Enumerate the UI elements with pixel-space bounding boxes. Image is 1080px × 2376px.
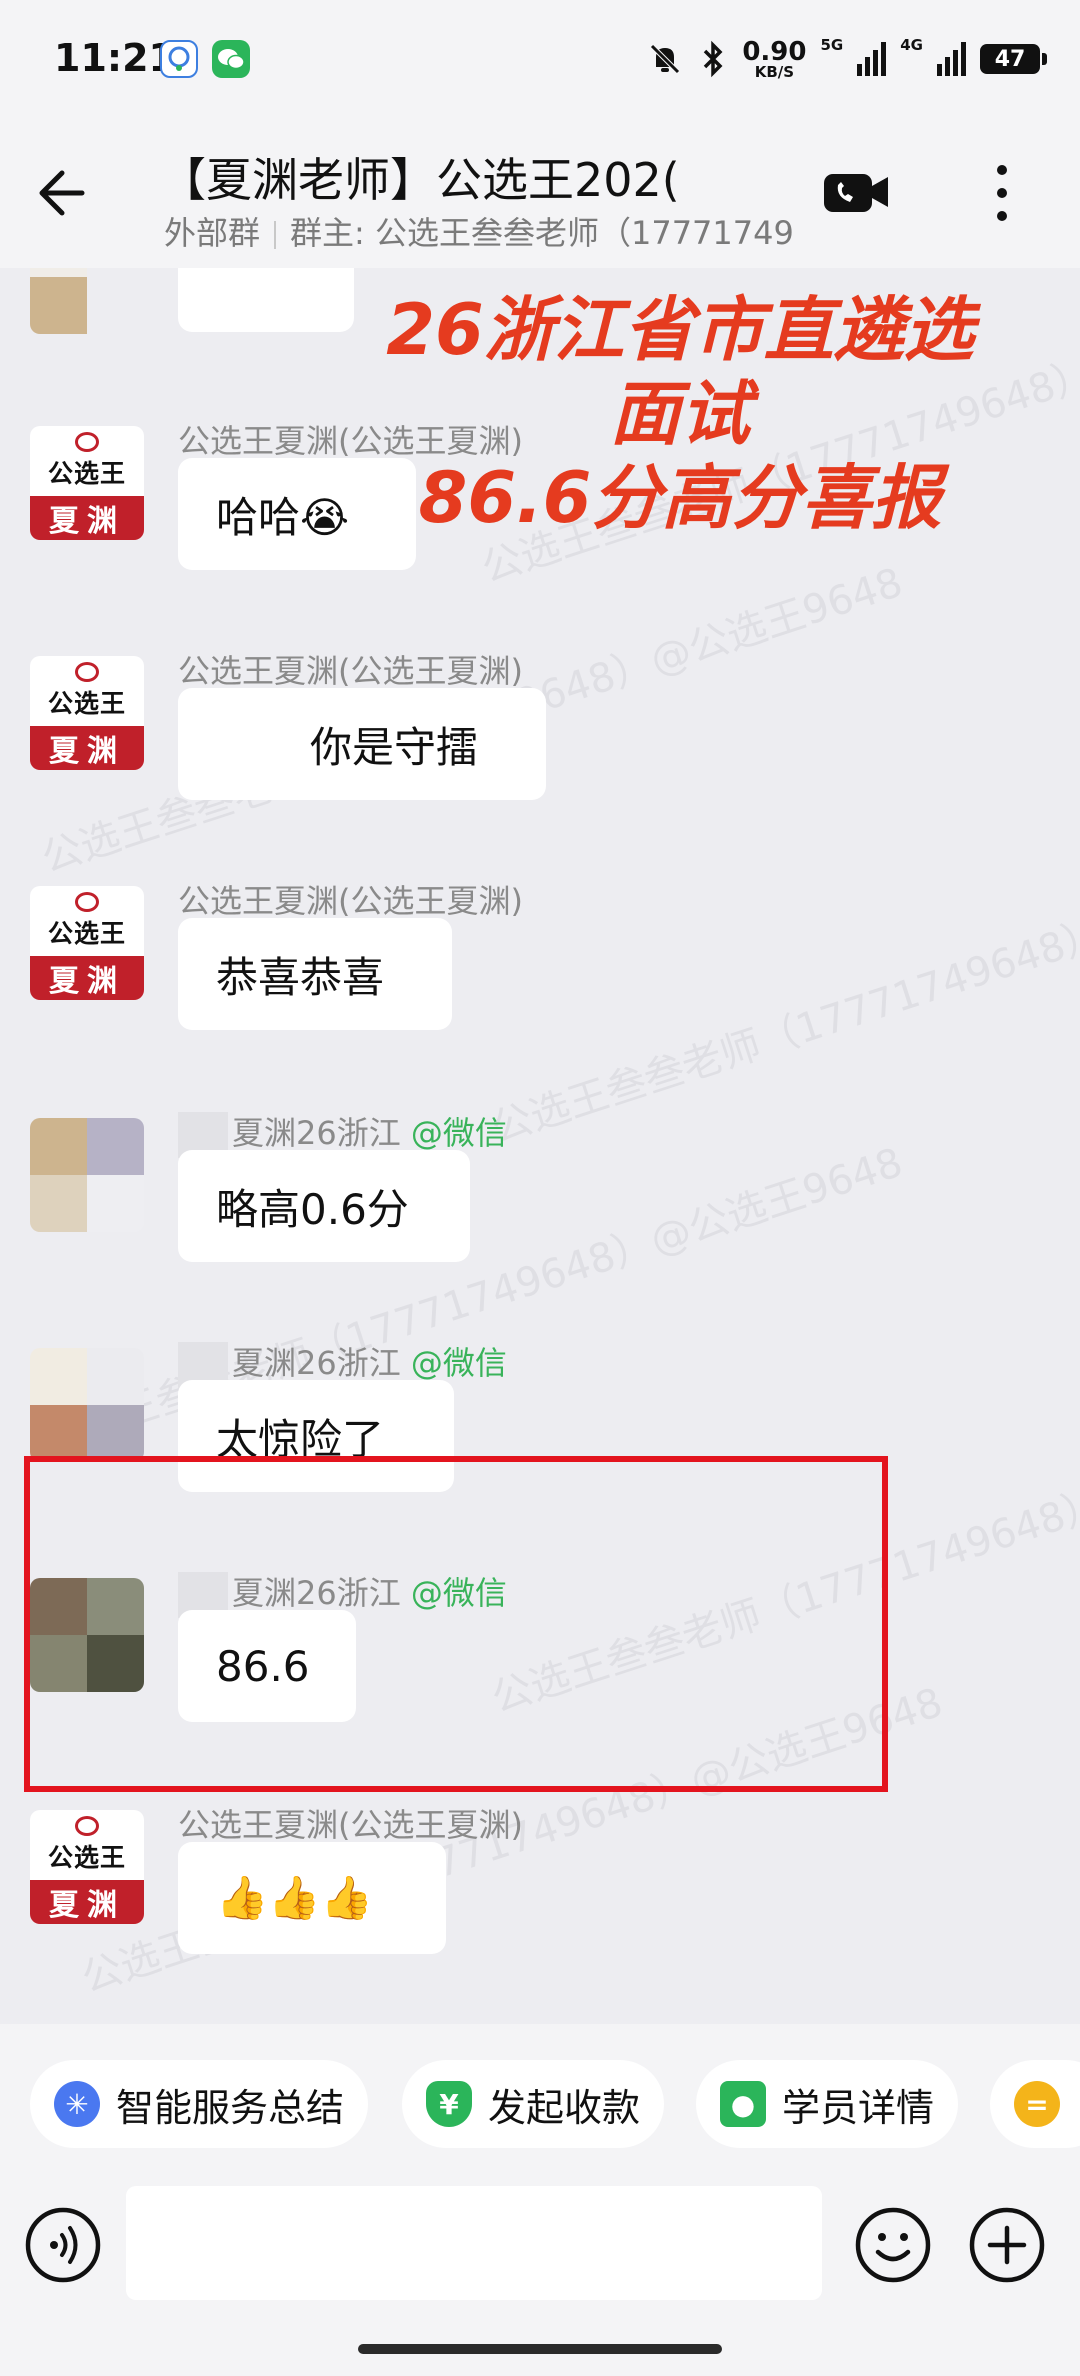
net-speed-value: 0.90 bbox=[742, 36, 807, 67]
avatar[interactable]: 公选王 夏渊 bbox=[30, 656, 144, 770]
input-bar bbox=[0, 2184, 1080, 2376]
user-card-icon: ● bbox=[720, 2081, 766, 2127]
more-options-icon[interactable] bbox=[982, 160, 1022, 226]
logo-brand: 公选王 bbox=[47, 919, 126, 948]
more-quick-action-button[interactable]: = bbox=[990, 2060, 1080, 2148]
avatar[interactable] bbox=[30, 1578, 144, 1692]
logo-name: 夏渊 bbox=[30, 1880, 144, 1924]
smart-summary-label: 智能服务总结 bbox=[116, 2085, 345, 2130]
net-speed: 0.90 KB/S bbox=[742, 39, 806, 80]
net-4g-label: 4G bbox=[900, 36, 923, 54]
wechat-tag: @微信 bbox=[410, 1344, 507, 1382]
banner-line-2: 86.6分高分喜报 bbox=[418, 457, 942, 539]
battery-level: 47 bbox=[994, 46, 1026, 72]
avatar[interactable]: 公选王 夏渊 bbox=[30, 426, 144, 540]
quick-actions-bar: ✳ 智能服务总结 ¥ 发起收款 ● 学员详情 = bbox=[0, 2024, 1080, 2184]
signal-icon bbox=[857, 42, 887, 76]
collect-payment-label: 发起收款 bbox=[488, 2085, 641, 2130]
logo-name: 夏渊 bbox=[30, 496, 144, 540]
chat-header: 【夏渊老师】公选王202( 外部群 群主: 公选王叁叁老师（17771749 bbox=[0, 118, 1080, 268]
smart-summary-button[interactable]: ✳ 智能服务总结 bbox=[30, 2060, 369, 2148]
highlight-box bbox=[24, 1456, 888, 1792]
signal-icon-2 bbox=[937, 42, 966, 76]
net-speed-unit: KB/S bbox=[754, 62, 795, 81]
voice-input-icon[interactable] bbox=[24, 2206, 102, 2284]
video-call-icon[interactable] bbox=[822, 168, 892, 216]
watermark: 公选王叁叁老师（17771749648）@公选王9648 bbox=[36, 1139, 909, 1463]
watermark: 公选王叁叁老师（17771749648）@公选王9648 bbox=[486, 1399, 1080, 1723]
mute-icon bbox=[650, 44, 681, 74]
chat-area[interactable]: 公选王叁叁老师（17771749648）@公选王9648 公选王叁叁老师（177… bbox=[0, 268, 1080, 2024]
group-type-label: 外部群 bbox=[164, 214, 261, 252]
logo-brand: 公选王 bbox=[47, 1843, 126, 1872]
sender-name: 公选王夏渊(公选王夏渊) bbox=[178, 1806, 523, 1844]
sender-name-text: 夏渊26浙江 bbox=[232, 1574, 401, 1612]
student-details-button[interactable]: ● 学员详情 bbox=[696, 2060, 959, 2148]
sender-name-text: 夏渊26浙江 bbox=[232, 1344, 401, 1382]
add-more-icon[interactable] bbox=[968, 2206, 1046, 2284]
emoji-icon[interactable] bbox=[854, 2206, 932, 2284]
collect-payment-button[interactable]: ¥ 发起收款 bbox=[402, 2060, 665, 2148]
status-bar: 11:21 0.90 KB/S 5G 4G 47 bbox=[0, 0, 1080, 118]
chat-note-icon: = bbox=[1014, 2081, 1060, 2127]
logo-seal-icon bbox=[75, 432, 99, 452]
qq-icon bbox=[160, 40, 198, 78]
message-input[interactable] bbox=[126, 2186, 822, 2300]
wechat-icon bbox=[212, 40, 250, 78]
yuan-shield-icon: ¥ bbox=[426, 2081, 472, 2127]
watermark: 公选王叁叁老师（17771749648）@公选王9648 bbox=[486, 829, 1080, 1153]
chat-title: 【夏渊老师】公选王202( bbox=[160, 153, 680, 207]
message-bubble[interactable]: 👍👍👍 bbox=[178, 1842, 446, 1954]
student-details-label: 学员详情 bbox=[782, 2085, 935, 2130]
message-bubble[interactable]: 略高0.6分 bbox=[178, 1150, 470, 1262]
avatar[interactable] bbox=[30, 1118, 144, 1232]
message-bubble[interactable]: 哈哈😭 bbox=[178, 458, 416, 570]
avatar[interactable]: 公选王 夏渊 bbox=[30, 1810, 144, 1924]
chat-subtitle: 外部群 群主: 公选王叁叁老师（17771749 bbox=[164, 208, 794, 254]
logo-seal-icon bbox=[75, 892, 99, 912]
sender-name: 公选王夏渊(公选王夏渊) bbox=[178, 422, 523, 460]
bluetooth-icon bbox=[704, 40, 723, 78]
avatar[interactable] bbox=[30, 268, 144, 334]
divider bbox=[274, 221, 277, 249]
logo-name: 夏渊 bbox=[30, 956, 144, 1000]
sparkle-icon: ✳ bbox=[54, 2081, 100, 2127]
logo-brand: 公选王 bbox=[47, 689, 126, 718]
avatar[interactable]: 公选王 夏渊 bbox=[30, 886, 144, 1000]
message-bubble[interactable]: 你是守擂 bbox=[178, 688, 546, 800]
sender-name-text: 夏渊26浙江 bbox=[232, 1114, 401, 1152]
message-bubble[interactable] bbox=[178, 268, 354, 332]
logo-seal-icon bbox=[75, 1816, 99, 1836]
sender-name: 公选王夏渊(公选王夏渊) bbox=[178, 652, 523, 690]
logo-seal-icon bbox=[75, 662, 99, 682]
home-indicator[interactable] bbox=[358, 2344, 722, 2354]
net-5g-label: 5G bbox=[820, 36, 844, 54]
logo-name: 夏渊 bbox=[30, 726, 144, 770]
back-arrow-icon[interactable] bbox=[34, 158, 104, 228]
sender-name: 公选王夏渊(公选王夏渊) bbox=[178, 882, 523, 920]
wechat-tag: @微信 bbox=[410, 1114, 507, 1152]
message-bubble[interactable]: 86.6 bbox=[178, 1610, 356, 1722]
logo-brand: 公选王 bbox=[47, 459, 126, 488]
message-bubble[interactable]: 太惊险了 bbox=[178, 1380, 454, 1492]
promo-banner: 26浙江省市直遴选面试 86.6分高分喜报 bbox=[360, 288, 1000, 540]
status-right: 0.90 KB/S 5G 4G 47 bbox=[646, 34, 1047, 84]
status-time: 11:21 bbox=[54, 36, 175, 80]
message-bubble[interactable]: 恭喜恭喜 bbox=[178, 918, 452, 1030]
avatar[interactable] bbox=[30, 1348, 144, 1462]
battery-icon: 47 bbox=[980, 44, 1047, 74]
wechat-tag: @微信 bbox=[410, 1574, 507, 1612]
group-owner-label: 群主: 公选王叁叁老师（17771749 bbox=[290, 214, 794, 252]
